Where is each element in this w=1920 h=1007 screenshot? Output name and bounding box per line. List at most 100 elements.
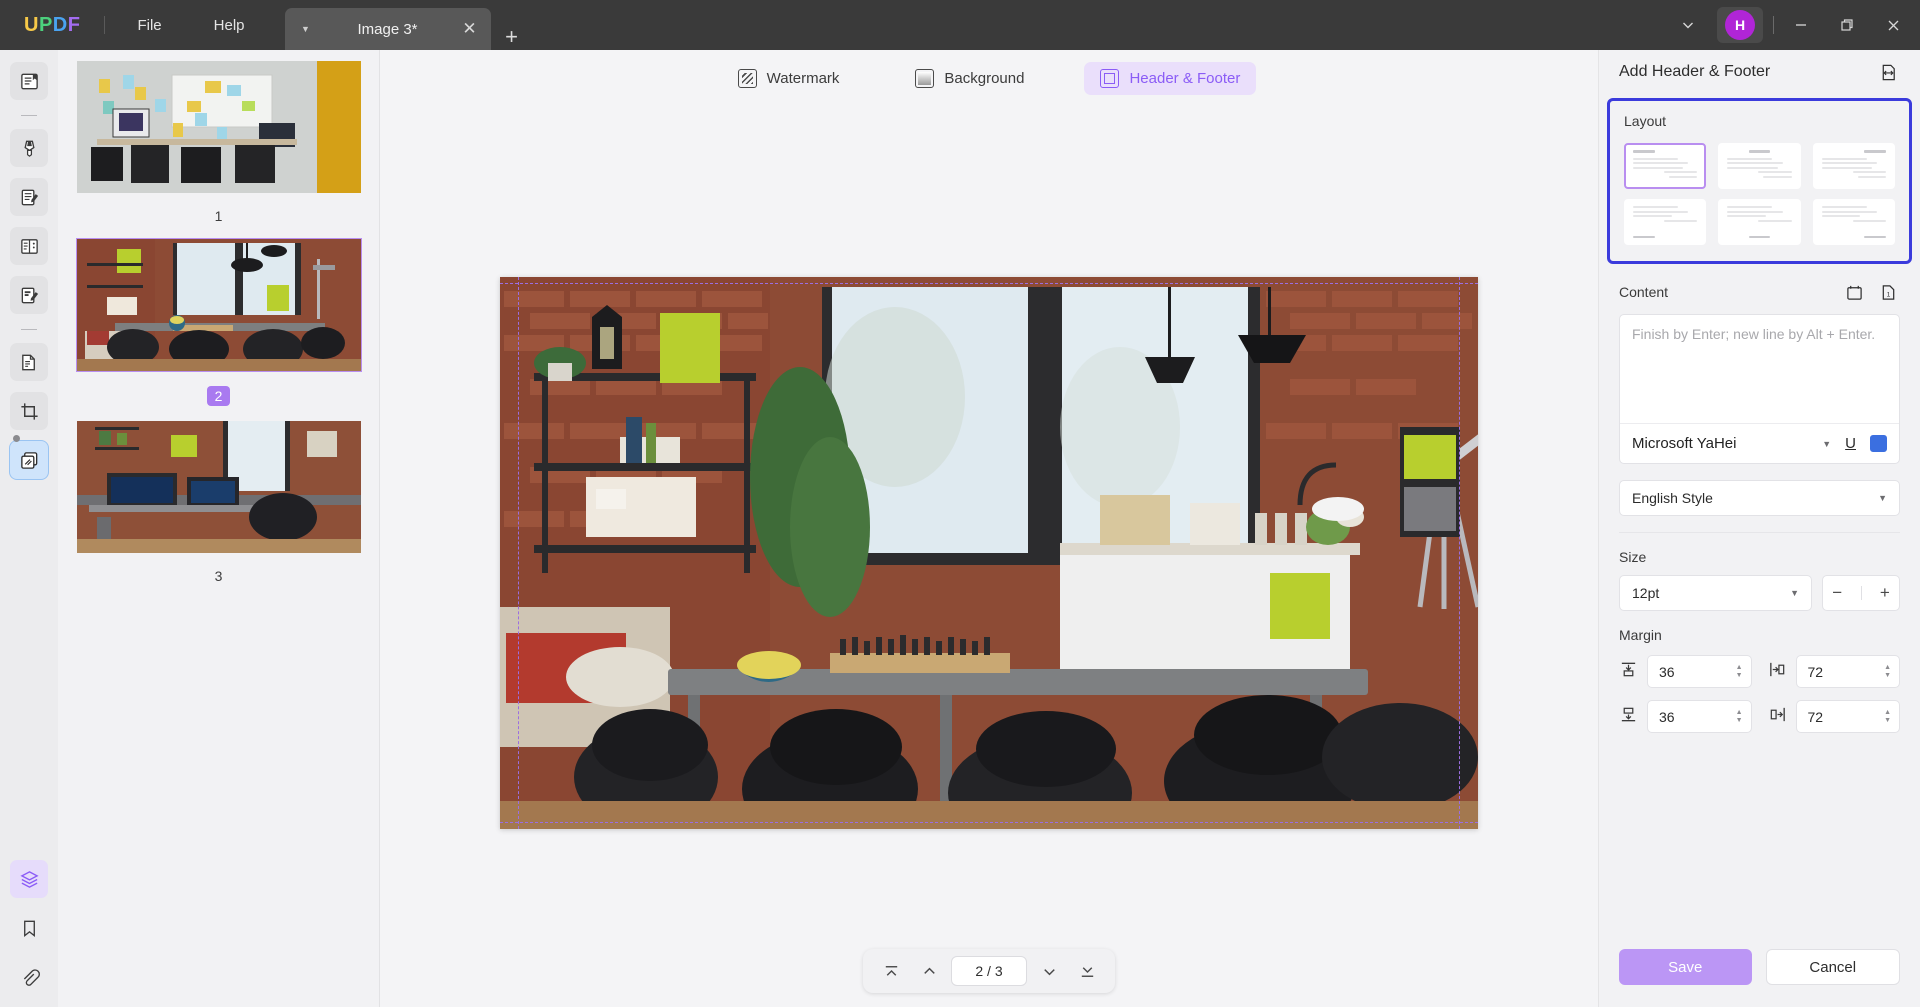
size-section: Size 12pt ▼ − + — [1599, 533, 1920, 611]
document-tab[interactable]: ▼ Image 3* ✕ — [285, 8, 491, 50]
layers-icon[interactable] — [10, 860, 48, 898]
next-page-icon[interactable] — [1033, 955, 1065, 987]
style-select[interactable]: English Style ▼ — [1619, 480, 1900, 516]
tab-close-icon[interactable]: ✕ — [457, 19, 483, 39]
tab-watermark[interactable]: Watermark — [722, 62, 856, 95]
previous-page-icon[interactable] — [913, 955, 945, 987]
attachment-icon[interactable] — [10, 958, 48, 996]
margin-bottom-input[interactable]: 36 ▲▼ — [1647, 700, 1752, 733]
document-area: Watermark Background Header & Footer — [380, 50, 1598, 1007]
page-number-input[interactable]: 2 / 3 — [951, 956, 1027, 986]
thumbnail-page-1[interactable]: 1 — [58, 60, 379, 224]
window-controls-divider — [1773, 16, 1774, 34]
size-increase-button[interactable]: + — [1880, 583, 1890, 603]
last-page-icon[interactable] — [1071, 955, 1103, 987]
margin-right-spinner[interactable]: ▲▼ — [1884, 710, 1891, 724]
content-label: Content — [1619, 284, 1668, 300]
content-format-bar: Microsoft YaHei ▼ U — [1620, 423, 1899, 463]
tab-header-footer-label: Header & Footer — [1129, 70, 1240, 87]
thumbnail-number-1: 1 — [215, 208, 223, 224]
margin-left-spinner[interactable]: ▲▼ — [1884, 665, 1891, 679]
layout-bottom-right[interactable] — [1813, 199, 1895, 245]
page-number-icon[interactable]: 1 — [1876, 280, 1900, 304]
margin-top-spinner[interactable]: ▲▼ — [1736, 665, 1743, 679]
layout-bottom-left[interactable] — [1624, 199, 1706, 245]
markup-highlighter-icon[interactable] — [10, 129, 48, 167]
layout-options — [1624, 143, 1895, 245]
logo-letter-f: F — [68, 14, 81, 37]
size-decrease-button[interactable]: − — [1832, 583, 1842, 603]
watermark-stamp-icon[interactable] — [10, 441, 48, 479]
content-textarea[interactable]: Finish by Enter; new line by Alt + Enter… — [1620, 315, 1899, 423]
document-page[interactable] — [500, 277, 1478, 829]
calendar-icon[interactable] — [1842, 280, 1866, 304]
layout-section: Layout — [1607, 98, 1912, 264]
logo-letter-d: D — [53, 14, 68, 37]
text-color-swatch[interactable] — [1870, 435, 1887, 452]
margin-right-input[interactable]: 72 ▲▼ — [1796, 700, 1901, 733]
thumbnail-page-3[interactable]: 3 — [58, 420, 379, 584]
margin-top-icon — [1619, 660, 1638, 684]
panel-header: Add Header & Footer — [1599, 50, 1920, 94]
page-organize-icon[interactable] — [10, 227, 48, 265]
window-controls: H — [1665, 0, 1920, 50]
thumbnail-number-3: 3 — [215, 568, 223, 584]
menu-help[interactable]: Help — [188, 0, 271, 50]
tab-strip: ▼ Image 3* ✕ + — [285, 0, 533, 50]
layout-top-right[interactable] — [1813, 143, 1895, 189]
mode-tabs: Watermark Background Header & Footer — [380, 50, 1598, 98]
convert-icon[interactable] — [10, 343, 48, 381]
avatar: H — [1725, 10, 1755, 40]
tab-header-footer[interactable]: Header & Footer — [1084, 62, 1256, 95]
tab-dropdown-icon[interactable]: ▼ — [293, 24, 319, 34]
cancel-button[interactable]: Cancel — [1766, 949, 1901, 985]
new-tab-button[interactable]: + — [491, 24, 533, 50]
thumbnail-number-2: 2 — [207, 386, 231, 406]
header-footer-panel: Add Header & Footer Layout — [1598, 50, 1920, 1007]
margin-bottom-spinner[interactable]: ▲▼ — [1736, 710, 1743, 724]
first-page-icon[interactable] — [875, 955, 907, 987]
content-input-box[interactable]: Finish by Enter; new line by Alt + Enter… — [1619, 314, 1900, 464]
titlebar: UPDF File Help ▼ Image 3* ✕ + H — [0, 0, 1920, 50]
underline-button[interactable]: U — [1839, 435, 1862, 452]
content-section: Content 1 Finish by Enter; new line by A… — [1599, 264, 1920, 464]
reader-icon[interactable] — [10, 62, 48, 100]
titlebar-divider — [104, 16, 105, 34]
margin-left-value: 72 — [1808, 664, 1824, 680]
tab-background-label: Background — [944, 70, 1024, 87]
layout-bottom-center[interactable] — [1718, 199, 1800, 245]
close-button[interactable] — [1870, 0, 1916, 50]
crop-icon[interactable] — [10, 392, 48, 430]
workspace: 1 — [0, 50, 1920, 1007]
menu-file[interactable]: File — [111, 0, 187, 50]
chevron-down-icon[interactable] — [1665, 0, 1711, 50]
maximize-button[interactable] — [1824, 0, 1870, 50]
updf-logo: UPDF — [0, 0, 98, 50]
font-dropdown-caret[interactable]: ▼ — [1822, 439, 1831, 449]
tab-title: Image 3* — [319, 21, 457, 38]
edit-pdf-icon[interactable] — [10, 178, 48, 216]
thumbnail-image-2 — [76, 238, 362, 372]
thumbnail-page-2[interactable]: 2 — [58, 238, 379, 406]
bookmark-icon[interactable] — [10, 909, 48, 947]
layout-top-left[interactable] — [1624, 143, 1706, 189]
comment-icon[interactable] — [10, 276, 48, 314]
margin-left-input[interactable]: 72 ▲▼ — [1796, 655, 1901, 688]
size-select[interactable]: 12pt ▼ — [1619, 575, 1812, 611]
margin-top-value: 36 — [1659, 664, 1675, 680]
page-thumbnail-panel[interactable]: 1 — [58, 50, 380, 1007]
apply-to-pages-icon[interactable] — [1876, 60, 1900, 84]
layout-label: Layout — [1624, 113, 1895, 129]
minimize-button[interactable] — [1778, 0, 1824, 50]
font-family-select[interactable]: Microsoft YaHei — [1632, 435, 1814, 452]
stepper-divider — [1861, 586, 1862, 600]
style-select-value: English Style — [1632, 490, 1713, 506]
size-label: Size — [1619, 549, 1900, 565]
account-button[interactable]: H — [1717, 7, 1763, 43]
save-button[interactable]: Save — [1619, 949, 1752, 985]
panel-title: Add Header & Footer — [1619, 63, 1770, 81]
tab-background[interactable]: Background — [899, 62, 1040, 95]
margin-top-input[interactable]: 36 ▲▼ — [1647, 655, 1752, 688]
layout-top-center[interactable] — [1718, 143, 1800, 189]
rail-divider — [21, 115, 37, 116]
